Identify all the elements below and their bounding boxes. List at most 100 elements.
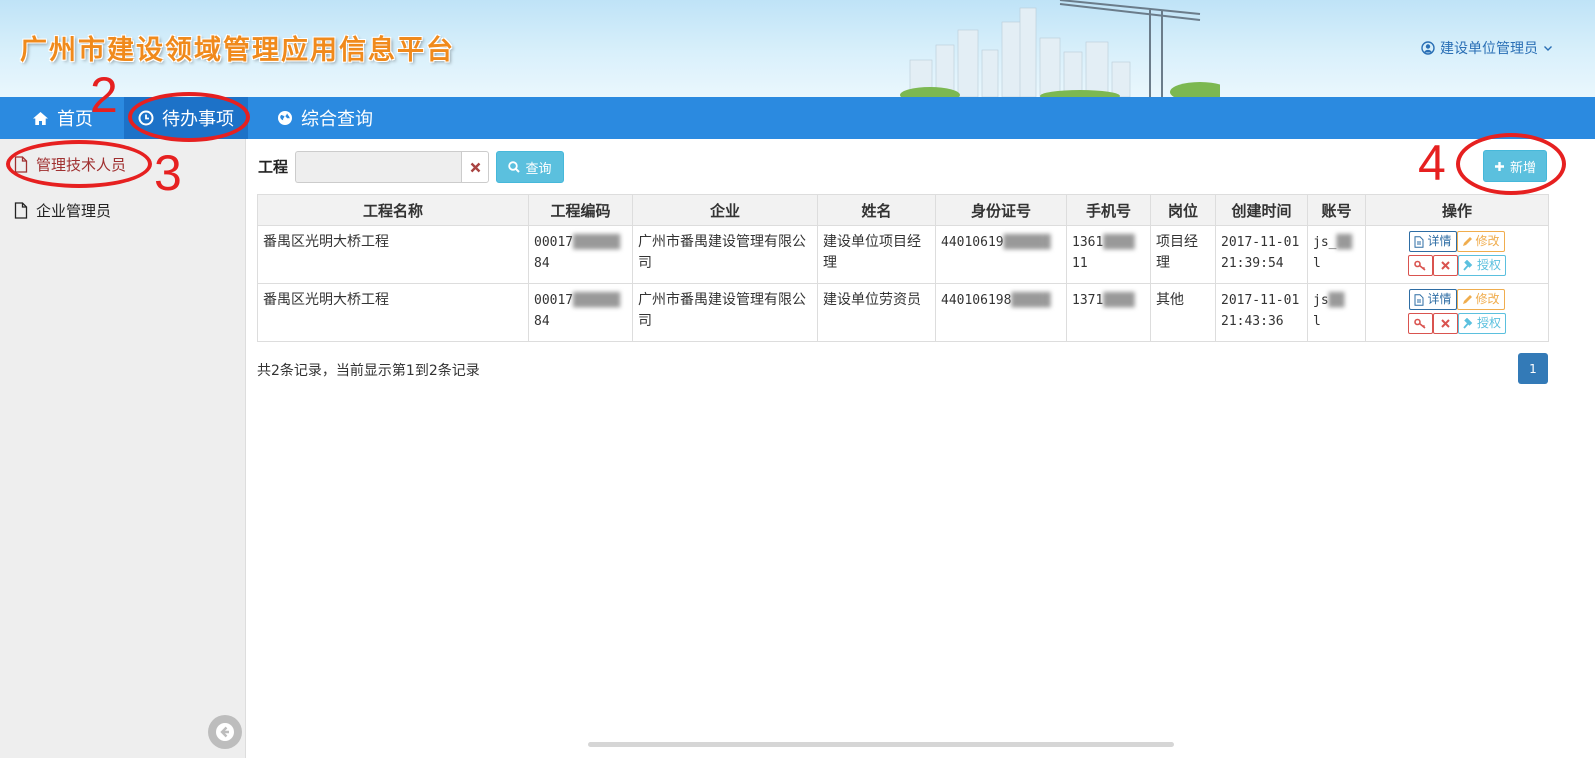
close-icon	[1441, 261, 1450, 270]
query-button-label: 查询	[525, 161, 552, 177]
cell-company: 广州市番禺建设管理有限公司	[632, 225, 818, 284]
edit-button[interactable]: 修改	[1456, 289, 1505, 310]
key-icon	[1414, 260, 1426, 271]
pencil-icon	[1462, 237, 1472, 246]
edit-button[interactable]: 修改	[1456, 231, 1505, 252]
grant-button[interactable]: 授权	[1457, 313, 1506, 334]
code-suffix: 84	[534, 256, 550, 271]
cell-name: 建设单位劳资员	[817, 283, 936, 342]
redacted: ████	[1103, 293, 1135, 308]
close-icon	[470, 162, 480, 172]
column-header: 工程名称	[257, 194, 529, 226]
cell-project: 番禺区光明大桥工程	[257, 283, 529, 342]
cell-project: 番禺区光明大桥工程	[257, 225, 529, 284]
cell-created: 2017-11-01 21:43:36	[1215, 283, 1308, 342]
user-icon	[1421, 41, 1435, 55]
user-name: 建设单位管理员	[1440, 41, 1538, 57]
column-header: 创建时间	[1215, 194, 1308, 226]
annotation-number: 4	[1418, 135, 1446, 191]
detail-button[interactable]: 详情	[1409, 289, 1457, 310]
top-nav: 首页 待办事项 综合查询	[0, 97, 1595, 139]
cell-ops: 详情 修改 授权	[1365, 283, 1549, 342]
record-summary: 共2条记录，当前显示第1到2条记录	[257, 363, 480, 379]
city-skyline-illustration	[900, 0, 1220, 97]
horizontal-scrollbar[interactable]	[588, 742, 1174, 747]
table-row: 番禺区光明大桥工程 00017██████ 84 广州市番禺建设管理有限公司 建设…	[257, 225, 1549, 284]
plus-icon	[1494, 161, 1504, 171]
redacted: ██	[1336, 235, 1353, 250]
search-icon	[508, 161, 521, 173]
column-header: 姓名	[817, 194, 936, 226]
detail-label: 详情	[1427, 292, 1452, 306]
cell-name: 建设单位项目经理	[817, 225, 936, 284]
account-prefix: js_	[1313, 235, 1337, 250]
annotation-number: 2	[90, 67, 118, 123]
key-icon	[1414, 318, 1426, 329]
sidebar-item-enterprise-admin[interactable]: 企业管理员	[14, 200, 111, 221]
phone-prefix: 1361	[1072, 235, 1104, 250]
sidebar-item-label: 管理技术人员	[36, 156, 127, 174]
gavel-icon	[1463, 260, 1473, 271]
nav-todo[interactable]: 待办事项	[124, 97, 248, 139]
id-prefix: 440106198	[941, 293, 1012, 308]
cell-account: js██ l	[1307, 283, 1366, 342]
arrow-left-icon	[216, 723, 234, 741]
grant-button[interactable]: 授权	[1457, 255, 1506, 276]
redacted: ████	[1103, 235, 1135, 250]
edit-label: 修改	[1475, 292, 1500, 306]
query-button[interactable]: 查询	[496, 151, 564, 183]
annotation-number: 3	[154, 145, 182, 201]
column-header: 账号	[1307, 194, 1366, 226]
redacted: ██████	[573, 293, 621, 308]
page-button[interactable]: 1	[1518, 353, 1548, 384]
reset-password-button[interactable]	[1407, 255, 1433, 276]
sidebar-item-label: 企业管理员	[36, 202, 112, 220]
cell-position: 其他	[1150, 283, 1216, 342]
column-header: 手机号	[1066, 194, 1151, 226]
delete-button[interactable]	[1432, 255, 1458, 276]
redacted: ██████	[1003, 235, 1051, 250]
home-icon	[33, 111, 48, 125]
file-icon	[14, 156, 28, 173]
account-suffix: l	[1313, 256, 1321, 271]
add-button-label: 新增	[1509, 160, 1536, 176]
user-menu[interactable]: 建设单位管理员	[1421, 38, 1553, 58]
staff-table: 工程名称 工程编码 企业 姓名 身份证号 手机号 岗位 创建时间 账号 操作 番…	[257, 194, 1549, 342]
close-icon	[1441, 319, 1450, 328]
account-prefix: js	[1313, 293, 1329, 308]
cell-company: 广州市番禺建设管理有限公司	[632, 283, 818, 342]
globe-icon	[278, 111, 292, 125]
redacted: ██	[1328, 293, 1345, 308]
redacted: ██████	[573, 235, 621, 250]
edit-label: 修改	[1475, 234, 1500, 248]
detail-label: 详情	[1427, 234, 1452, 248]
delete-button[interactable]	[1432, 313, 1458, 334]
sidebar-item-tech-staff[interactable]: 管理技术人员	[14, 154, 126, 175]
document-icon	[1414, 235, 1424, 248]
document-icon	[1414, 293, 1424, 306]
table-header-row: 工程名称 工程编码 企业 姓名 身份证号 手机号 岗位 创建时间 账号 操作	[257, 194, 1549, 226]
clear-search-button[interactable]	[461, 151, 489, 183]
cell-code: 00017██████ 84	[528, 283, 633, 342]
sidebar: 管理技术人员 企业管理员	[0, 139, 246, 758]
search-label: 工程	[258, 158, 289, 176]
table-row: 番禺区光明大桥工程 00017██████ 84 广州市番禺建设管理有限公司 建设…	[257, 283, 1549, 342]
detail-button[interactable]: 详情	[1409, 231, 1457, 252]
sidebar-collapse-button[interactable]	[208, 715, 242, 749]
column-header: 企业	[632, 194, 818, 226]
project-search-input[interactable]	[295, 151, 462, 183]
cell-phone: 1361████ 11	[1066, 225, 1151, 284]
cell-ops: 详情 修改 授权	[1365, 225, 1549, 284]
cell-position: 项目经理	[1150, 225, 1216, 284]
column-header: 身份证号	[935, 194, 1067, 226]
file-icon	[14, 202, 28, 219]
redacted: █████	[1011, 293, 1051, 308]
column-header: 操作	[1365, 194, 1549, 226]
nav-query-label: 综合查询	[301, 109, 373, 130]
clock-icon	[138, 110, 154, 126]
column-header: 岗位	[1150, 194, 1216, 226]
reset-password-button[interactable]	[1407, 313, 1433, 334]
nav-query[interactable]: 综合查询	[263, 97, 387, 139]
nav-home-label: 首页	[57, 109, 93, 130]
add-button[interactable]: 新增	[1483, 150, 1547, 182]
